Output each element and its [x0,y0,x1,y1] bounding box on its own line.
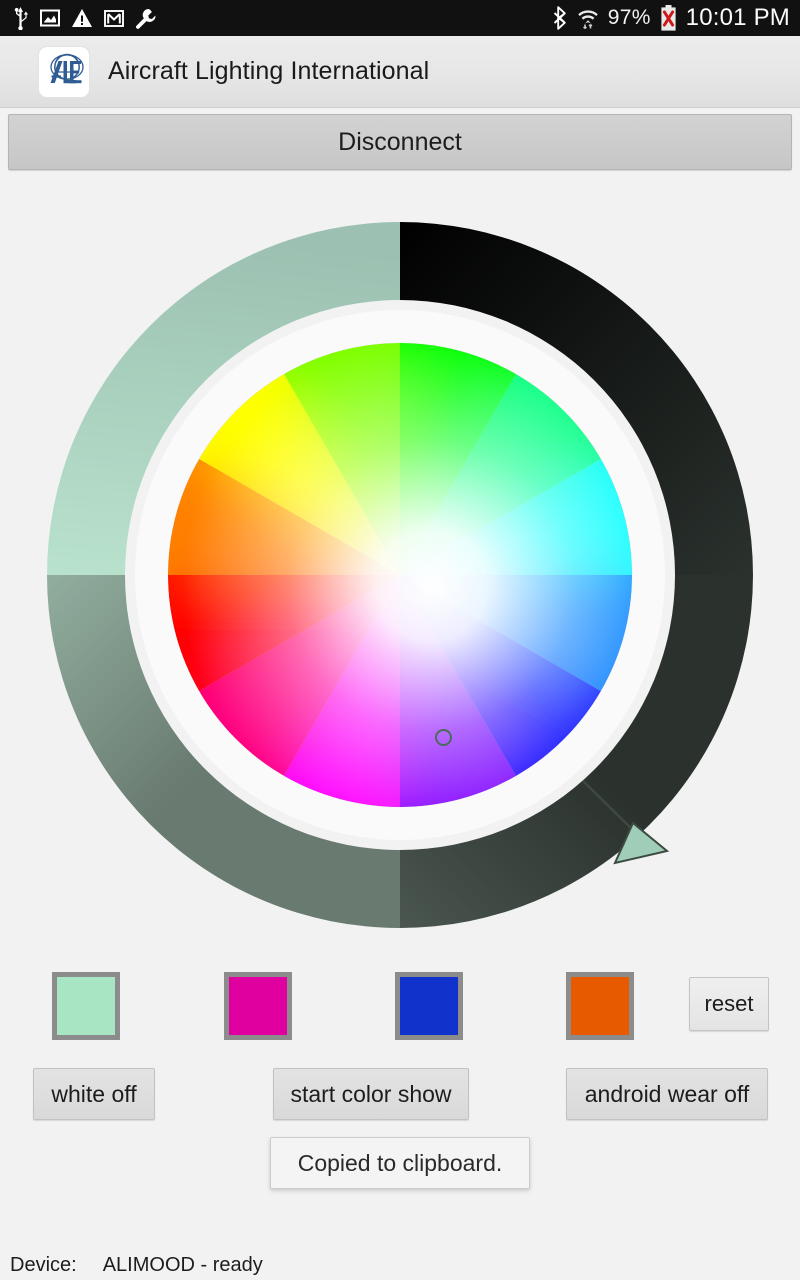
battery-percent-label: 97% [607,6,651,29]
swatch-blue[interactable] [395,972,463,1040]
device-status-value: ALIMOOD - ready [102,1254,263,1276]
swatch-magenta[interactable] [224,972,292,1040]
wifi-icon [577,10,598,30]
status-bar-right-cluster: 97% 10:01 PM [553,4,790,32]
white-toggle-button[interactable]: white off [33,1068,155,1120]
device-status-bar: Device: ALIMOOD - ready [10,1254,263,1277]
app-header: Aircraft Lighting International [0,36,800,108]
status-bar-left-icons [12,6,156,30]
warning-icon [72,9,92,27]
battery-error-icon [660,5,677,31]
preset-swatch-row[interactable]: reset [0,972,800,1044]
bluetooth-icon [553,6,566,30]
gmail-icon [104,9,124,27]
color-picker-canvas[interactable] [0,186,800,956]
android-wear-toggle-button[interactable]: android wear off [566,1068,768,1120]
color-picker[interactable] [0,186,800,956]
usb-icon [14,7,28,30]
page-title: Aircraft Lighting International [108,57,430,85]
status-bar[interactable]: 97% 10:01 PM [0,0,800,36]
reset-button[interactable]: reset [689,977,769,1031]
app-logo-icon[interactable] [38,45,90,98]
disconnect-button[interactable]: Disconnect [8,114,792,170]
toast-message: Copied to clipboard. [270,1137,530,1189]
screenshot-icon [40,9,60,27]
developer-wrench-icon [136,8,156,29]
wheel-selection-marker[interactable] [435,729,452,746]
swatch-mint[interactable] [52,972,120,1040]
swatch-orange[interactable] [566,972,634,1040]
color-show-button[interactable]: start color show [273,1068,469,1120]
clock-label: 10:01 PM [685,4,790,31]
device-status-label: Device: [10,1254,77,1276]
action-button-row[interactable]: white off start color show android wear … [0,1068,800,1120]
